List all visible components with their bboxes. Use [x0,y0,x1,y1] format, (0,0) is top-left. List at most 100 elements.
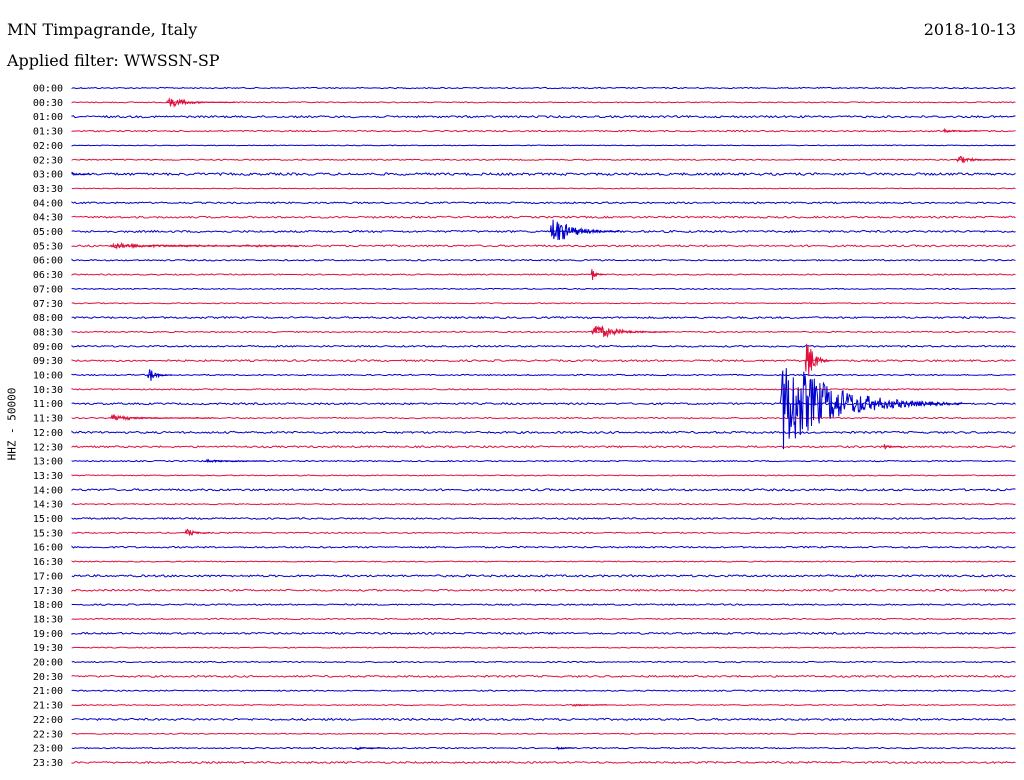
trace-line [71,545,1016,549]
trace-line [71,560,1016,563]
trace-line [71,746,1016,750]
time-tick-label: 21:00 [33,686,63,697]
trace-line [71,704,1016,707]
event-waveform [109,413,217,421]
time-tick-label: 15:30 [33,528,63,539]
event-waveform [549,219,619,241]
time-tick-label: 02:00 [33,141,63,152]
time-tick-label: 09:30 [33,356,63,367]
trace-line [71,660,1016,664]
trace-line [71,315,1016,320]
time-tick-label: 01:00 [33,112,63,123]
trace-line [71,617,1016,621]
time-tick-label: 16:30 [33,557,63,568]
event-waveform [146,369,173,381]
trace-line [71,603,1016,606]
trace-line [71,760,1016,764]
time-tick-label: 19:00 [33,629,63,640]
trace-line [71,215,1016,219]
time-tick-label: 13:00 [33,457,63,468]
time-tick-label: 04:30 [33,213,63,224]
trace-line [71,330,1016,334]
event-waveform [71,171,91,176]
trace-line [71,359,1016,363]
trace-line [71,674,1016,678]
trace-line [71,86,1016,90]
trace-line [71,258,1016,262]
trace-line [71,689,1016,692]
time-tick-label: 00:30 [33,98,63,109]
time-tick-label: 08:00 [33,313,63,324]
time-tick-label: 00:00 [33,84,63,95]
time-tick-label: 18:00 [33,600,63,611]
time-tick-label: 07:30 [33,299,63,310]
time-tick-label: 04:00 [33,198,63,209]
trace-line [71,588,1016,592]
time-tick-label: 17:30 [33,586,63,597]
trace-line [71,574,1016,578]
time-tick-label: 15:00 [33,514,63,525]
trace-line [71,373,1016,377]
trace-line [71,631,1016,635]
time-tick-label: 23:00 [33,744,63,755]
time-tick-label: 14:00 [33,485,63,496]
trace-line [71,114,1016,119]
time-tick-label: 05:30 [33,241,63,252]
event-waveform [203,458,267,464]
time-tick-label: 06:30 [33,270,63,281]
time-tick-label: 21:30 [33,701,63,712]
trace-line [71,158,1016,161]
time-tick-label: 20:30 [33,672,63,683]
time-tick-label: 12:00 [33,428,63,439]
trace-line [71,474,1016,477]
time-tick-label: 09:00 [33,342,63,353]
trace-line [71,171,1016,177]
trace-line [71,732,1016,735]
time-tick-label: 22:00 [33,715,63,726]
time-tick-label: 18:30 [33,614,63,625]
time-tick-label: 07:00 [33,284,63,295]
time-tick-label: 11:00 [33,399,63,410]
trace-line [71,503,1016,506]
trace-line [71,388,1016,391]
time-tick-label: 17:00 [33,571,63,582]
event-waveform [109,242,299,250]
event-waveform [590,325,670,339]
trace-line [71,344,1016,348]
trace-line [71,187,1016,190]
trace-line [71,302,1016,305]
trace-line [71,717,1016,722]
time-tick-label: 02:30 [33,155,63,166]
time-tick-label: 08:30 [33,327,63,338]
time-tick-label: 23:30 [33,758,63,769]
time-tick-label: 11:30 [33,414,63,425]
time-tick-label: 12:30 [33,442,63,453]
trace-line [71,517,1016,520]
trace-line [71,229,1016,234]
time-tick-label: 10:30 [33,385,63,396]
trace-line [71,273,1016,276]
event-waveform [956,156,1006,164]
time-tick-label: 13:30 [33,471,63,482]
trace-line [71,445,1016,449]
time-tick-label: 10:00 [33,371,63,382]
time-tick-label: 03:30 [33,184,63,195]
trace-line [71,646,1016,649]
time-tick-label: 14:30 [33,500,63,511]
event-waveform [354,746,387,751]
trace-line [71,531,1016,535]
time-tick-label: 20:00 [33,658,63,669]
time-tick-label: 06:00 [33,256,63,267]
seismogram-plot: 00:00 00:30 01:00 01:30 02:00 02:30 03:00 03:30… [33,84,1016,769]
event-waveform [779,368,963,450]
event-waveform [590,269,607,281]
time-tick-label: 16:00 [33,543,63,554]
time-tick-label: 01:30 [33,127,63,138]
event-waveform [165,97,236,108]
trace-line [71,488,1016,492]
trace-line [71,129,1016,133]
trace-line [71,144,1016,147]
time-tick-label: 22:30 [33,729,63,740]
event-waveform [571,703,610,707]
time-tick-label: 03:00 [33,170,63,181]
